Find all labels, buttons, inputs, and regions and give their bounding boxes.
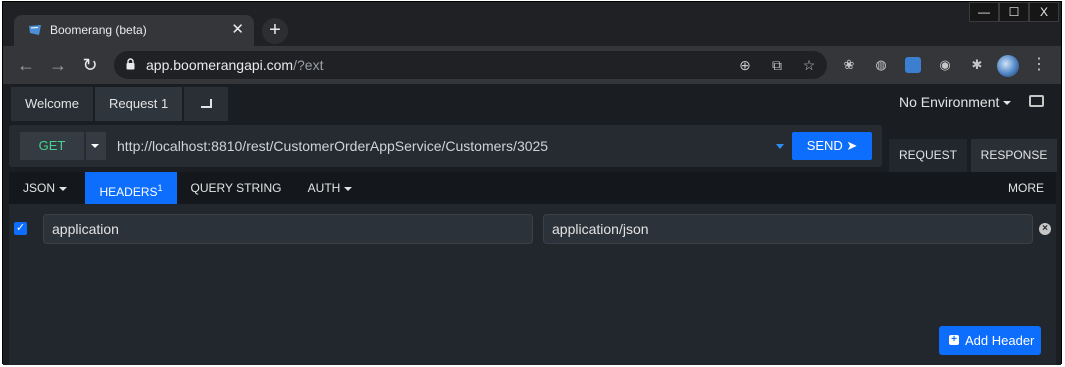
feedback-chat-icon[interactable] <box>1029 95 1044 107</box>
forward-arrow-icon[interactable]: → <box>47 54 69 76</box>
tab-headers[interactable]: HEADERS1 <box>85 172 177 204</box>
address-bar[interactable]: app.boomerangapi.com/?ext ⊕ ⧉ ☆ <box>114 51 827 79</box>
browser-window: Boomerang (beta) ✕ + — ☐ X ← → ↻ app.boo… <box>2 1 1062 365</box>
install-app-icon[interactable]: ⊕ <box>736 56 754 74</box>
header-enabled-checkbox[interactable]: ✓ <box>14 222 27 235</box>
add-header-button[interactable]: + Add Header <box>939 326 1041 355</box>
request-bar: GET http://localhost:8810/rest/CustomerO… <box>9 125 882 167</box>
back-arrow-icon[interactable]: ← <box>15 54 37 76</box>
title-bar: Boomerang (beta) ✕ + — ☐ X <box>3 2 1061 46</box>
header-value-input[interactable]: application/json <box>543 214 1033 244</box>
tab-close-icon[interactable]: ✕ <box>231 21 244 39</box>
new-request-tab[interactable] <box>184 87 228 121</box>
minimize-button[interactable]: — <box>969 2 999 22</box>
headers-panel: ✓ application application/json × + Add H… <box>9 204 1056 365</box>
header-key-input[interactable]: application <box>43 214 533 244</box>
boomerang-favicon-icon <box>29 25 41 35</box>
tab-title: Boomerang (beta) <box>50 23 147 37</box>
tab-welcome[interactable]: Welcome <box>11 87 93 121</box>
url-text: app.boomerangapi.com/?ext <box>146 57 323 73</box>
tab-json[interactable]: JSON <box>9 172 81 204</box>
environment-selector[interactable]: No Environment <box>899 94 1012 110</box>
kebab-menu-icon[interactable]: ⋮ <box>1031 57 1047 73</box>
browser-tab[interactable]: Boomerang (beta) ✕ <box>14 15 254 46</box>
boomerang-app: Welcome Request 1 No Environment GET htt… <box>3 84 1061 365</box>
method-dropdown-button[interactable] <box>86 132 106 160</box>
environment-caret-icon <box>1003 101 1012 106</box>
tab-more[interactable]: MORE <box>1001 172 1051 204</box>
tab-response[interactable]: RESPONSE <box>971 139 1057 172</box>
url-host: app.boomerangapi.com <box>146 57 294 73</box>
translate-icon[interactable]: ⧉ <box>768 56 786 74</box>
request-subtabs: JSON HEADERS1 QUERY STRING AUTH MORE <box>9 172 1056 204</box>
url-history-caret-icon[interactable] <box>776 144 784 149</box>
method-caret-icon <box>91 144 99 148</box>
tab-request[interactable]: REQUEST <box>889 139 967 172</box>
browser-toolbar: ← → ↻ app.boomerangapi.com/?ext ⊕ ⧉ ☆ ❀ … <box>3 46 1061 84</box>
globe-extension-icon[interactable]: ◍ <box>873 57 889 73</box>
paw-extension-icon[interactable]: ❀ <box>841 57 857 73</box>
auth-caret-icon <box>344 186 353 191</box>
url-path: /?ext <box>293 57 324 73</box>
new-request-icon <box>201 99 212 108</box>
tab-auth[interactable]: AUTH <box>295 172 365 204</box>
boomerang-extension-icon[interactable] <box>905 57 921 73</box>
reload-icon[interactable]: ↻ <box>79 54 101 76</box>
tab-query-string[interactable]: QUERY STRING <box>181 172 291 204</box>
json-caret-icon <box>59 186 67 191</box>
headers-label: HEADERS <box>99 185 158 199</box>
remove-header-icon[interactable]: × <box>1039 223 1051 235</box>
tab-request-1[interactable]: Request 1 <box>95 87 183 121</box>
maximize-button[interactable]: ☐ <box>999 2 1029 22</box>
bookmark-star-icon[interactable]: ☆ <box>800 56 818 74</box>
lock-icon <box>126 58 135 70</box>
json-label: JSON <box>22 181 55 195</box>
close-window-button[interactable]: X <box>1029 2 1059 22</box>
headers-count: 1 <box>157 183 163 193</box>
auth-label: AUTH <box>307 181 341 195</box>
send-button[interactable]: SEND ➤ <box>792 132 872 160</box>
plus-icon: + <box>949 335 959 345</box>
add-header-label: Add Header <box>965 333 1035 348</box>
profile-avatar[interactable] <box>997 55 1019 77</box>
request-tabs: Welcome Request 1 No Environment <box>3 84 1061 121</box>
environment-label: No Environment <box>899 94 1000 110</box>
puzzle-extensions-icon[interactable]: ✱ <box>969 57 985 73</box>
circle-extension-icon[interactable]: ◉ <box>937 57 953 73</box>
request-url-input[interactable]: http://localhost:8810/rest/CustomerOrder… <box>117 138 548 154</box>
new-tab-button[interactable]: + <box>262 18 288 44</box>
method-select[interactable]: GET <box>20 132 84 160</box>
